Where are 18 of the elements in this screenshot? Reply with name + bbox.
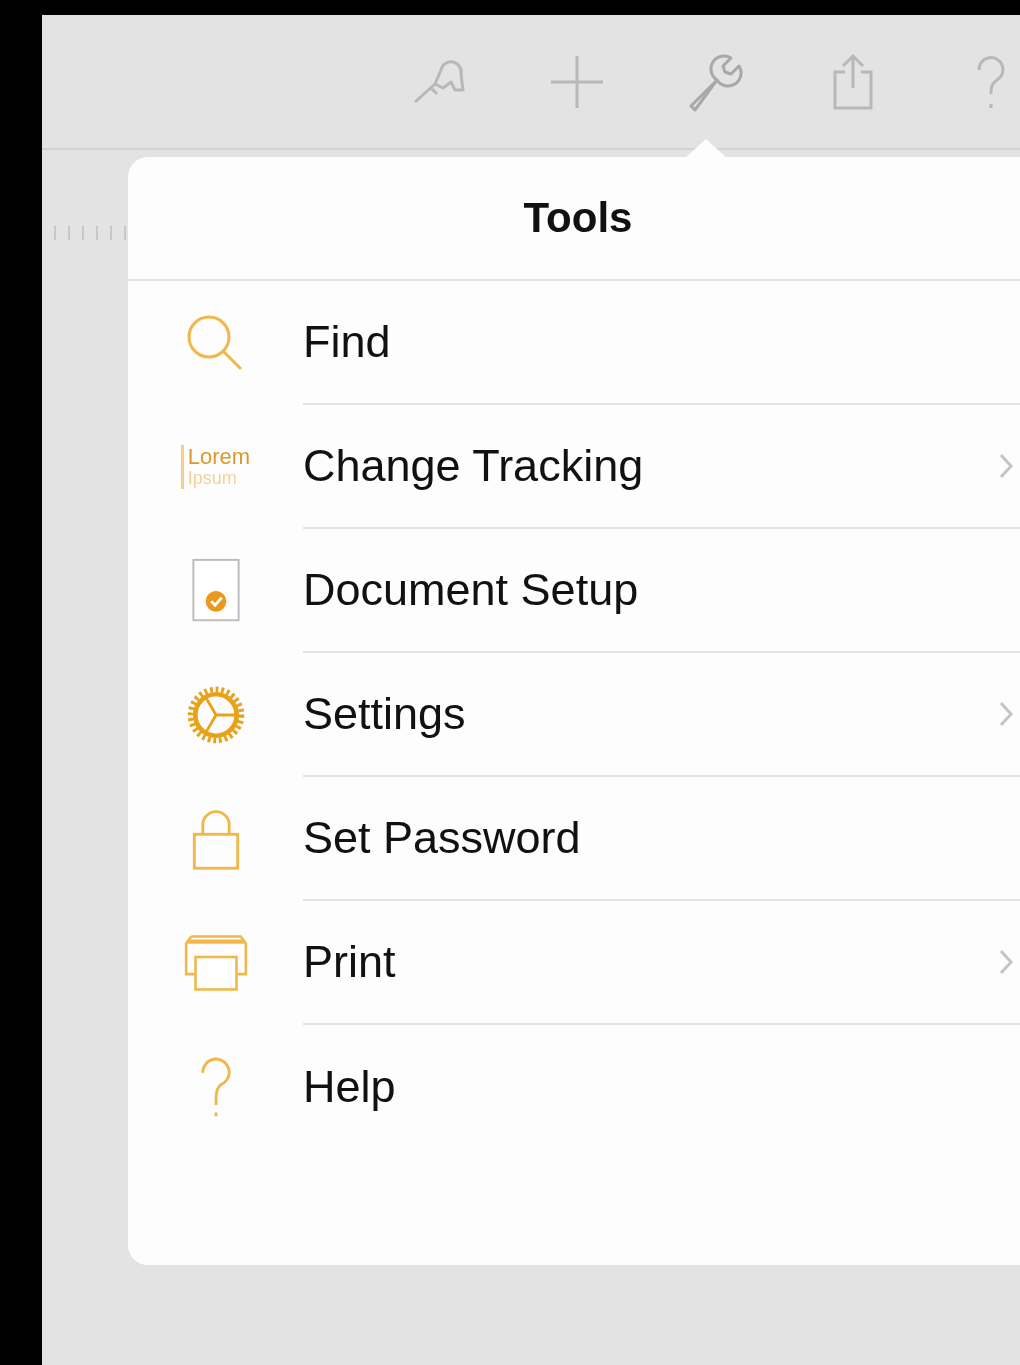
menu-item-label: Settings [303, 688, 466, 740]
menu-item-label: Change Tracking [303, 440, 644, 492]
menu-item-label: Help [303, 1061, 396, 1113]
menu-item[interactable]: Set Password [128, 777, 1020, 901]
menu-item-label: Document Setup [303, 564, 639, 616]
menu-item[interactable]: Print [128, 901, 1020, 1025]
menu-item-label: Set Password [303, 812, 581, 864]
menu-item[interactable]: Settings [128, 653, 1020, 777]
menu-item-label: Print [303, 936, 396, 988]
menu-item-label: Find [303, 316, 391, 368]
chevron-icon [998, 452, 1014, 480]
chevron-icon [998, 700, 1014, 728]
menu-item[interactable]: Document Setup [128, 529, 1020, 653]
menu-item[interactable]: Help [128, 1025, 1020, 1149]
popover-title: Tools [128, 157, 1020, 281]
chevron-icon [998, 948, 1014, 976]
menu-item[interactable]: Find [128, 281, 1020, 405]
menu-item[interactable]: Lorem Ipsum Change Tracking [128, 405, 1020, 529]
